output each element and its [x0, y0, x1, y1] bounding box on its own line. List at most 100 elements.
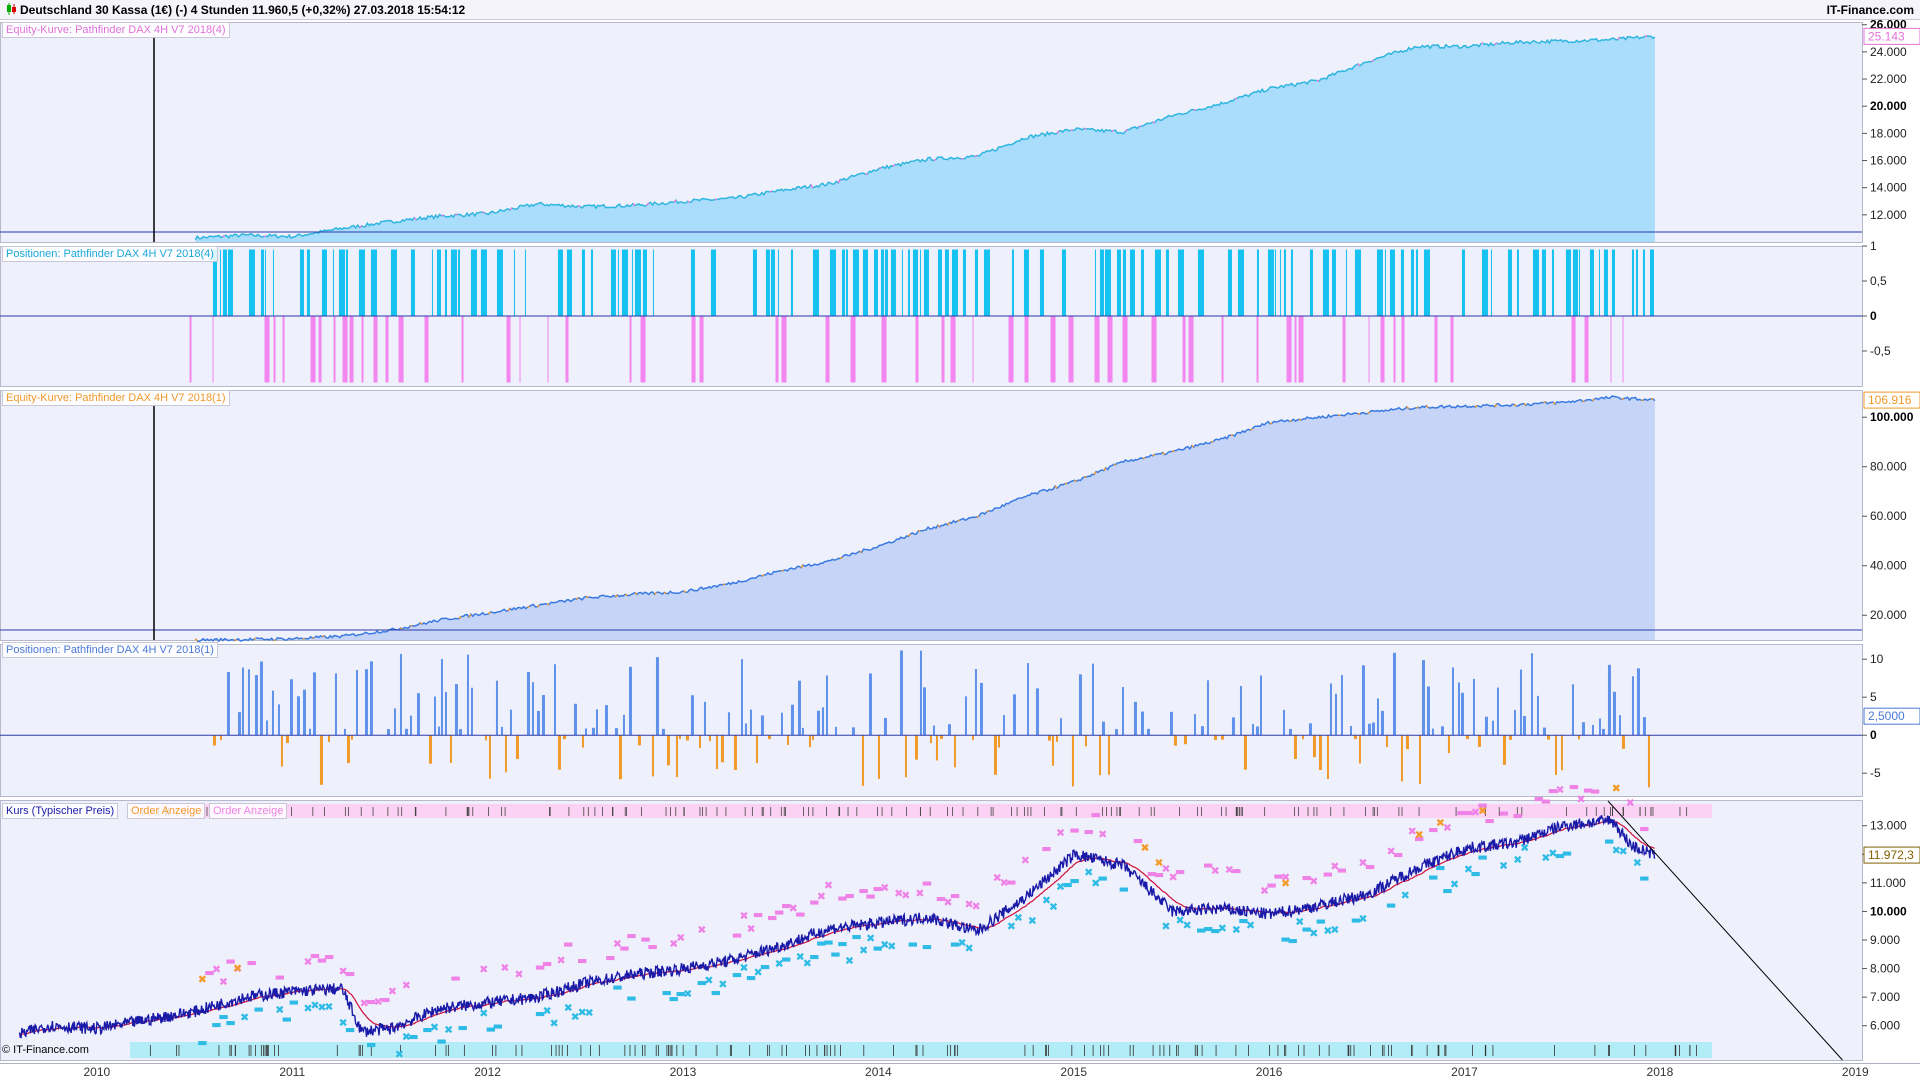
buy-order-marker: ▬: [908, 937, 918, 950]
positions-2-y-axis-tick-label: 5: [1870, 690, 1877, 704]
position-size-long-bar: [1371, 722, 1375, 736]
position-size-long-bar: [553, 664, 556, 736]
position-long-bar: [457, 249, 460, 316]
equity-1-last-value: 25.143: [1863, 27, 1920, 45]
position-long-bar: [1345, 249, 1347, 316]
x-axis-tick-label: 2011: [279, 1065, 306, 1079]
brand-label[interactable]: IT-Finance.com: [1827, 0, 1914, 20]
buy-order-marker: ✖: [444, 1024, 453, 1037]
position-short-bar: [1024, 316, 1029, 383]
position-size-long-bar: [302, 689, 306, 736]
position-long-bar: [1283, 249, 1286, 316]
sell-order-marker: ✖: [1555, 784, 1564, 797]
position-short-bar: [264, 316, 270, 383]
sell-order-marker: ▬: [345, 967, 355, 980]
position-long-bar: [884, 249, 888, 316]
buy-order-marker: ✖: [1309, 927, 1318, 940]
position-size-short-bar: [1508, 735, 1512, 740]
position-size-long-bar: [495, 680, 498, 736]
panel-label-positions-4[interactable]: Positionen: Pathfinder DAX 4H V7 2018(4): [2, 246, 218, 262]
position-size-short-bar: [327, 735, 330, 743]
buy-order-marker: ▬: [1069, 874, 1079, 887]
position-size-short-bar: [1477, 735, 1481, 747]
position-size-long-bar: [584, 728, 587, 736]
position-long-bar: [219, 249, 221, 316]
buy-order-marker: ✖: [704, 974, 713, 987]
equity-1-y-axis-tick-label: 24.000: [1870, 45, 1907, 59]
sell-order-marker: ✖: [697, 923, 706, 936]
buy-order-marker: ▬: [922, 940, 932, 953]
position-size-short-bar: [1055, 735, 1058, 742]
position-short-bar: [640, 316, 646, 383]
position-size-long-bar: [1078, 674, 1082, 736]
x-axis-tick-label: 2010: [83, 1065, 111, 1079]
position-long-bar: [1578, 249, 1580, 316]
position-short-bar: [881, 316, 887, 383]
exit-order-marker: ✖: [1415, 828, 1424, 841]
buy-order-marker: ▬: [1119, 883, 1129, 896]
panel-label-positions-1[interactable]: Positionen: Pathfinder DAX 4H V7 2018(1): [2, 642, 218, 658]
position-size-long-bar: [1607, 664, 1611, 736]
position-size-long-bar: [500, 726, 503, 736]
legend-order-display-1[interactable]: Order Anzeige: [127, 803, 206, 819]
sell-order-marker: ✖: [972, 900, 981, 913]
position-size-long-bar: [271, 690, 274, 736]
position-long-bar: [1140, 249, 1144, 316]
position-size-long-bar: [1491, 720, 1494, 736]
position-size-long-bar: [932, 725, 935, 736]
position-short-bar: [1188, 316, 1194, 383]
equity-curve-2-drawdown-mark: [1621, 397, 1624, 401]
position-short-bar: [1068, 316, 1074, 383]
position-long-bar: [1461, 249, 1465, 316]
equity-curve-2-drawdown-mark: [624, 593, 628, 597]
panel-5-background: [0, 800, 1863, 1061]
position-size-long-bar: [899, 650, 903, 736]
equity-curve-2-drawdown-mark: [527, 605, 530, 608]
position-size-short-bar: [1183, 735, 1187, 745]
sell-order-marker: ▬: [844, 889, 854, 902]
position-long-bar: [222, 249, 227, 316]
position-size-long-bar: [1059, 718, 1062, 736]
position-size-long-bar: [740, 659, 743, 736]
position-size-long-bar: [409, 715, 412, 736]
buy-order-marker: ✖: [549, 1017, 558, 1030]
position-short-bar: [1008, 316, 1014, 383]
equity-curve-2-drawdown-mark: [976, 515, 980, 518]
sell-order-marker: ▬: [1590, 785, 1600, 798]
position-size-short-bar: [1447, 735, 1450, 754]
position-size-short-bar: [1213, 735, 1217, 740]
legend-price[interactable]: Kurs (Typischer Preis): [2, 803, 119, 819]
position-long-bar: [1165, 249, 1169, 316]
equity-curve-2-drawdown-mark: [1357, 412, 1361, 416]
position-size-long-bar: [531, 682, 534, 736]
position-size-short-bar: [811, 735, 814, 741]
sell-order-marker: ▬: [795, 908, 805, 921]
position-size-short-bar: [1647, 735, 1650, 788]
equity-1-y-axis-tick-label: 12.000: [1870, 208, 1907, 222]
buy-order-marker: ▬: [809, 950, 819, 963]
position-long-bar: [410, 249, 415, 316]
position-long-bar: [1572, 249, 1578, 316]
panel-label-equity-4[interactable]: Equity-Kurve: Pathfinder DAX 4H V7 2018(…: [2, 22, 230, 38]
position-size-short-bar: [935, 735, 938, 761]
panel-label-equity-1[interactable]: Equity-Kurve: Pathfinder DAX 4H V7 2018(…: [2, 390, 230, 406]
position-long-bar: [880, 249, 884, 316]
position-long-bar: [1267, 249, 1274, 316]
position-size-long-bar: [661, 728, 665, 736]
position-long-bar: [444, 249, 447, 316]
position-size-long-bar: [1519, 669, 1522, 736]
sell-order-marker: ✖: [739, 909, 748, 922]
chart-area[interactable]: 26.00024.00022.00020.00018.00016.00014.0…: [0, 20, 1920, 1063]
legend-order-display-2[interactable]: Order Anzeige: [209, 803, 288, 819]
position-long-bar: [436, 249, 441, 316]
sell-order-marker: ▬: [1365, 860, 1375, 873]
position-long-bar: [852, 249, 859, 316]
position-long-bar: [581, 249, 585, 316]
position-size-short-bar: [285, 735, 289, 744]
position-size-short-bar: [877, 735, 880, 779]
buy-order-marker: ▬: [457, 1021, 467, 1034]
position-size-long-bar: [440, 658, 443, 736]
sell-order-marker: ▬: [950, 889, 960, 902]
position-size-short-bar: [515, 735, 519, 759]
position-short-bar: [972, 316, 974, 383]
